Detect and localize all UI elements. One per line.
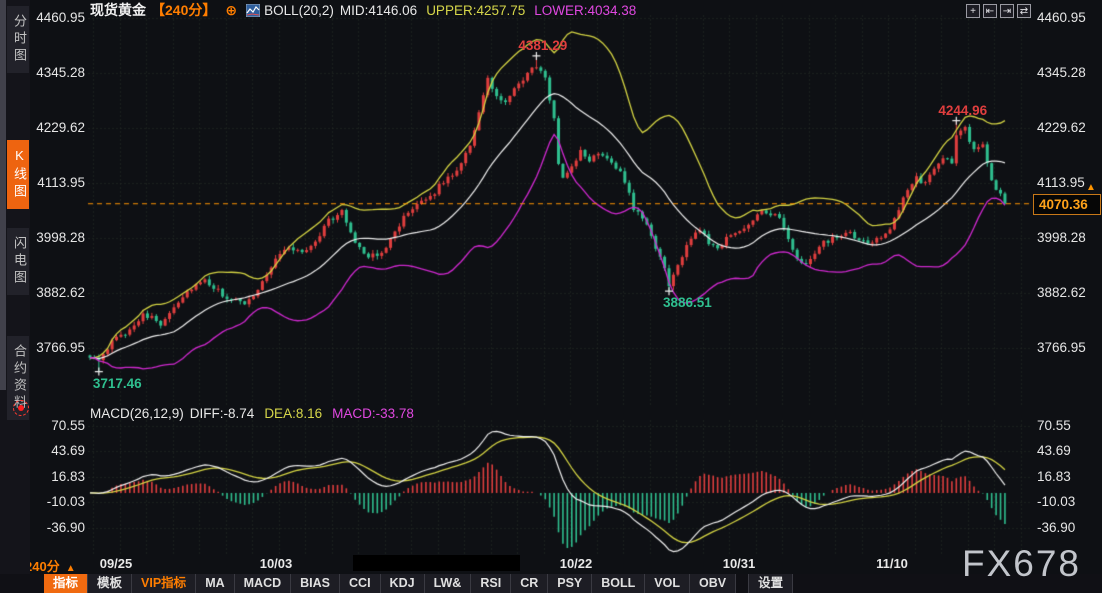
chart-window: 现货黄金 【240分】 ⊕ BOLL(20,2) MID:4146.06 UPP… (0, 0, 1102, 593)
price-axis-label: 3882.62 (1037, 285, 1099, 300)
date-label-11/10: 11/10 (876, 556, 908, 571)
tab-VOL[interactable]: VOL (645, 574, 690, 593)
date-label-10/22: 10/22 (560, 556, 593, 571)
pan-left-icon[interactable]: ⇤ (983, 4, 997, 18)
tab-BOLL[interactable]: BOLL (592, 574, 645, 593)
price-axis-label: 4460.95 (1037, 10, 1099, 25)
tab-LW&[interactable]: LW& (425, 574, 472, 593)
price-axis-label: 3998.28 (1037, 230, 1099, 245)
price-annotation-3886.51: 3886.51 (663, 295, 712, 310)
sidebar-item-3[interactable]: 闪电图 (7, 228, 29, 295)
tab-RSI[interactable]: RSI (471, 574, 511, 593)
price-axis-label: 3998.28 (30, 230, 85, 245)
macd-axis-label: -10.03 (1037, 494, 1099, 509)
indicator-tab-bar: 指标模板VIP指标MAMACDBIASCCIKDJLW&RSICRPSYBOLL… (0, 574, 1102, 593)
price-axis-label: 4229.62 (1037, 120, 1099, 135)
macd-axis-label: 43.69 (1037, 443, 1099, 458)
boll-params-label: BOLL(20,2) (264, 3, 334, 18)
timeframe-text: 240分 (25, 559, 60, 574)
period-label: 【240分】 (151, 0, 216, 20)
tab-CCI[interactable]: CCI (340, 574, 381, 593)
boll-lower-value: LOWER:4034.38 (534, 3, 636, 18)
chart-header: 现货黄金 【240分】 ⊕ BOLL(20,2) MID:4146.06 UPP… (90, 2, 636, 18)
price-annotation-3717.46: 3717.46 (93, 376, 142, 391)
price-annotation-4381.29: 4381.29 (518, 38, 567, 53)
sidebar-item-1[interactable]: 分时图 (7, 6, 29, 73)
macd-axis-label: -36.90 (1037, 520, 1099, 535)
indicator-tabs: 指标模板VIP指标MAMACDBIASCCIKDJLW&RSICRPSYBOLL… (44, 574, 793, 593)
indicator-thumbnail-icon (246, 4, 260, 17)
tab-MACD[interactable]: MACD (235, 574, 292, 593)
symbol-name: 现货黄金 (90, 0, 146, 20)
left-sidebar: 分时图K线图闪电图合约资料 (0, 0, 30, 593)
macd-macd-value: MACD:-33.78 (332, 406, 414, 421)
macd-header: MACD(26,12,9) DIFF:-8.74 DEA:8.16 MACD:-… (90, 406, 414, 421)
tab-MA[interactable]: MA (196, 574, 234, 593)
price-annotation-4244.96: 4244.96 (938, 103, 987, 118)
alert-beacon-icon[interactable] (13, 400, 29, 416)
tab-模板[interactable]: 模板 (88, 574, 132, 593)
price-axis-label: 4229.62 (30, 120, 85, 135)
chart-toolbar: +⇤⇥⇄ (966, 4, 1031, 18)
swap-axis-icon[interactable]: ⇄ (1017, 4, 1031, 18)
boll-mid-value: MID:4146.06 (340, 3, 417, 18)
price-axis-label: 3882.62 (30, 285, 85, 300)
tab-BIAS[interactable]: BIAS (291, 574, 340, 593)
tab-VIP指标[interactable]: VIP指标 (132, 574, 196, 593)
macd-axis-label: 43.69 (30, 443, 85, 458)
price-axis-label: 3766.95 (1037, 340, 1099, 355)
boll-upper-value: UPPER:4257.75 (426, 3, 525, 18)
current-price-pin-icon: ▲ (1086, 182, 1096, 193)
macd-axis-label: 70.55 (1037, 418, 1099, 433)
tab-CR[interactable]: CR (511, 574, 548, 593)
tab-OBV[interactable]: OBV (690, 574, 736, 593)
macd-axis-label: 70.55 (30, 418, 85, 433)
date-label-09/25: 09/25 (100, 556, 133, 571)
macd-axis-label: 16.83 (1037, 469, 1099, 484)
add-indicator-icon[interactable]: ⊕ (225, 2, 237, 19)
price-axis-label: 3766.95 (30, 340, 85, 355)
crosshair-tool-icon[interactable]: + (966, 4, 980, 18)
sidebar-item-2[interactable]: K线图 (7, 140, 29, 209)
timeframe-selector[interactable]: 240分 ▲ (25, 556, 76, 575)
tab-设置[interactable]: 设置 (748, 574, 793, 593)
tab-PSY[interactable]: PSY (548, 574, 592, 593)
macd-axis-label: -10.03 (30, 494, 85, 509)
price-axis-label: 4345.28 (30, 65, 85, 80)
price-axis-label: 4345.28 (1037, 65, 1099, 80)
macd-axis-label: -36.90 (30, 520, 85, 535)
tab-指标[interactable]: 指标 (44, 574, 88, 593)
price-axis-label: 4113.95 (30, 175, 85, 190)
macd-dea-value: DEA:8.16 (264, 406, 322, 421)
macd-axis-label: 16.83 (30, 469, 85, 484)
price-axis-label: 4460.95 (30, 10, 85, 25)
candlestick-chart-canvas[interactable] (0, 0, 1102, 593)
current-price-tag: 4070.36 (1033, 194, 1101, 215)
brand-watermark: FX678 (962, 543, 1081, 585)
timeframe-arrow-icon: ▲ (66, 563, 76, 574)
tab-KDJ[interactable]: KDJ (381, 574, 425, 593)
pan-right-icon[interactable]: ⇥ (1000, 4, 1014, 18)
sidebar-rail (0, 0, 6, 390)
macd-params-label: MACD(26,12,9) (90, 406, 184, 421)
date-label-10/31: 10/31 (723, 556, 756, 571)
timeline-scrollbar-thumb[interactable] (353, 555, 520, 571)
date-label-10/03: 10/03 (260, 556, 293, 571)
macd-diff-value: DIFF:-8.74 (190, 406, 255, 421)
